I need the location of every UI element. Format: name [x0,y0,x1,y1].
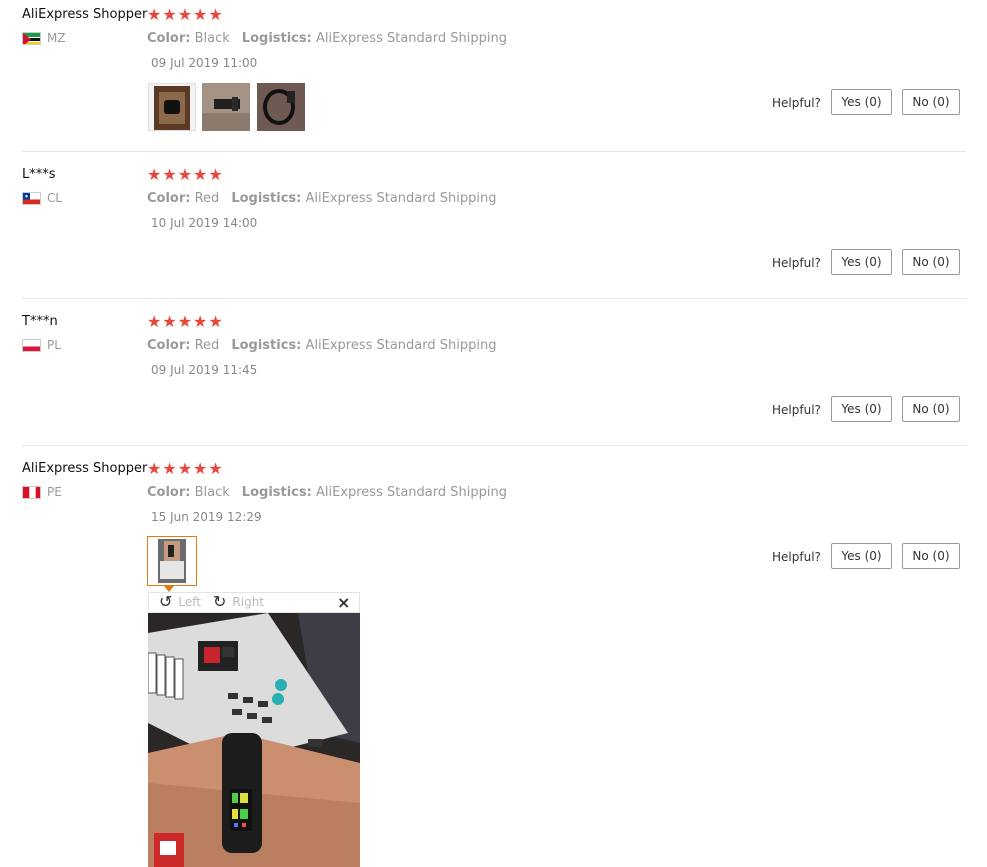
color-label: Color: [147,485,191,500]
review-photo-thumbnail-selected[interactable] [147,536,197,586]
reviewer-country: MZ [22,31,66,45]
order-info: Color: Black Logistics: AliExpress Standa… [147,31,507,46]
color-label: Color: [147,338,191,353]
rotate-left-button[interactable]: ↺ Left [159,594,201,610]
logistics-label: Logistics: [231,191,302,206]
review-date: 09 Jul 2019 11:00 [151,56,258,70]
helpful-yes-button[interactable]: Yes (0) [831,543,892,569]
logistics-value: AliExpress Standard Shipping [305,191,497,206]
logistics-value: AliExpress Standard Shipping [305,338,497,353]
helpful-yes-button[interactable]: Yes (0) [831,249,892,275]
helpful-no-button[interactable]: No (0) [902,249,960,275]
rotate-left-label: Left [178,595,201,609]
helpful-label: Helpful? [772,403,821,417]
rotate-right-label: Right [232,595,265,609]
reviewer-name: AliExpress Shopper [22,461,148,476]
flag-pl-icon [22,338,41,352]
review-photo-thumbnail[interactable] [148,83,196,131]
logistics-value: AliExpress Standard Shipping [315,485,507,500]
rotate-right-icon: ↻ [213,592,227,611]
order-info: Color: Black Logistics: AliExpress Standa… [147,485,507,500]
order-info: Color: Red Logistics: AliExpress Standard… [147,338,496,353]
image-viewer-toolbar: ↺ Left ↻ Right × [148,592,360,613]
country-code: PL [47,338,61,352]
logistics-label: Logistics: [241,485,312,500]
color-value: Red [194,338,220,353]
order-info: Color: Red Logistics: AliExpress Standard… [147,191,496,206]
helpful-label: Helpful? [772,256,821,270]
review-divider [22,298,966,299]
reviewer-country: PE [22,485,62,499]
country-code: PE [47,485,62,499]
color-value: Black [194,31,230,46]
rating-stars: ★★★★★ [147,5,224,24]
color-value: Red [194,191,220,206]
helpful-yes-button[interactable]: Yes (0) [831,89,892,115]
helpful-label: Helpful? [772,96,821,110]
logistics-label: Logistics: [231,338,302,353]
review-photo-thumbnail[interactable] [202,83,250,131]
country-code: MZ [47,31,66,45]
color-label: Color: [147,31,191,46]
review-divider [22,151,966,152]
review-date: 10 Jul 2019 14:00 [151,216,258,230]
reviewer-country: PL [22,338,61,352]
flag-mz-icon [22,31,41,45]
review-date: 15 Jun 2019 12:29 [151,510,262,524]
helpful-no-button[interactable]: No (0) [902,396,960,422]
helpful-yes-button[interactable]: Yes (0) [831,396,892,422]
rating-stars: ★★★★★ [147,165,224,184]
color-label: Color: [147,191,191,206]
reviewer-name: T***n [22,314,58,329]
rating-stars: ★★★★★ [147,459,224,478]
logistics-label: Logistics: [241,31,312,46]
review-divider [22,445,966,446]
reviewer-name: AliExpress Shopper [22,7,148,22]
helpful-no-button[interactable]: No (0) [902,89,960,115]
review-photo-thumbnail[interactable] [257,83,305,131]
flag-pe-icon [22,485,41,499]
logistics-value: AliExpress Standard Shipping [315,31,507,46]
rotate-left-icon: ↺ [159,592,173,611]
rating-stars: ★★★★★ [147,312,224,331]
helpful-no-button[interactable]: No (0) [902,543,960,569]
reviewer-country: CL [22,191,62,205]
country-code: CL [47,191,63,205]
review-photo-large [148,613,360,867]
reviewer-name: L***s [22,167,56,182]
rotate-right-button[interactable]: ↻ Right [213,594,264,610]
review-date: 09 Jul 2019 11:45 [151,363,258,377]
helpful-label: Helpful? [772,550,821,564]
close-icon[interactable]: × [337,593,350,612]
flag-cl-icon [22,191,41,205]
color-value: Black [194,485,230,500]
